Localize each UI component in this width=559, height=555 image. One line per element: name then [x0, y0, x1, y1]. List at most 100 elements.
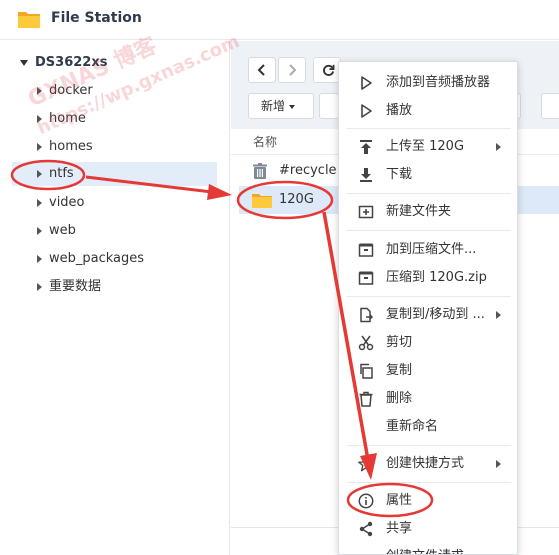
refresh-button[interactable] — [313, 57, 341, 83]
file-station-icon — [18, 12, 40, 28]
play-icon — [361, 104, 372, 118]
tree-root-label: DS3622xs — [35, 55, 108, 70]
sidebar-item-label: video — [49, 195, 85, 210]
sidebar-item-label: web — [49, 223, 76, 238]
menu-item-download[interactable]: 下载 — [339, 161, 517, 189]
sidebar-item-important-data[interactable]: 重要数据 — [12, 275, 217, 299]
context-menu: 添加到音频播放器 播放 上传至 120G 下载 新建文件夹 加到压缩文件... … — [338, 61, 518, 555]
menu-separator — [347, 445, 511, 446]
sidebar-item-label: 重要数据 — [49, 279, 102, 294]
sidebar-item-video[interactable]: video — [12, 191, 217, 215]
chevron-right-icon — [37, 115, 42, 123]
chevron-right-icon — [37, 87, 42, 95]
sidebar-item-label: ntfs — [49, 166, 74, 181]
sidebar-item-homes[interactable]: homes — [12, 135, 217, 159]
share-icon — [359, 521, 373, 537]
upload-icon — [360, 140, 372, 154]
menu-item-label: 上传至 120G — [386, 139, 465, 154]
menu-separator — [347, 296, 511, 297]
trash-icon — [253, 163, 267, 179]
archive-icon — [358, 271, 374, 285]
menu-item-label: 重新命名 — [386, 419, 439, 434]
tools-button[interactable] — [541, 93, 559, 119]
file-name: #recycle — [279, 163, 337, 178]
sidebar-item-label: web_packages — [49, 251, 145, 266]
copy-move-icon — [360, 307, 374, 323]
menu-item-share[interactable]: 共享 — [339, 515, 517, 543]
menu-separator — [347, 482, 511, 483]
upload-button[interactable] — [319, 93, 339, 119]
new-button[interactable]: 新增 — [248, 93, 314, 119]
menu-item-copy-move-to[interactable]: 复制到/移动到 ... — [339, 301, 517, 329]
menu-separator — [347, 230, 511, 231]
chevron-right-icon — [37, 255, 42, 263]
sidebar-item-label: homes — [49, 139, 93, 154]
sidebar-item-docker[interactable]: docker — [12, 79, 217, 103]
menu-item-label: 创建文件请求 — [386, 543, 464, 554]
menu-item-properties[interactable]: 属性 — [339, 487, 517, 515]
menu-item-rename[interactable]: 重新命名 — [339, 413, 517, 441]
column-name-label: 名称 — [253, 135, 278, 149]
chevron-right-icon — [37, 143, 42, 151]
menu-item-delete[interactable]: 删除 — [339, 385, 517, 413]
refresh-icon — [323, 64, 335, 76]
sidebar-item-label: home — [49, 111, 86, 126]
chevron-left-icon — [257, 64, 265, 76]
copy-icon — [360, 363, 373, 379]
play-icon — [361, 76, 372, 90]
menu-item-label: 剪切 — [386, 335, 413, 350]
sidebar-item-home[interactable]: home — [12, 107, 217, 131]
chevron-down-icon — [289, 104, 296, 109]
menu-item-cut[interactable]: 剪切 — [339, 329, 517, 357]
menu-item-add-to-archive[interactable]: 加到压缩文件... — [339, 236, 517, 264]
title-bar: File Station — [0, 0, 559, 40]
menu-item-new-folder[interactable]: 新建文件夹 — [339, 198, 517, 226]
trash-icon — [359, 391, 373, 407]
back-button[interactable] — [248, 57, 276, 83]
chevron-right-icon — [289, 64, 297, 76]
scissors-icon — [358, 335, 374, 351]
chevron-right-icon — [37, 170, 42, 178]
sidebar: DS3622xs docker home homes ntfs video we… — [0, 41, 230, 555]
menu-item-label: 播放 — [386, 103, 413, 118]
menu-item-compress-zip[interactable]: 压缩到 120G.zip — [339, 264, 517, 292]
menu-item-label: 属性 — [386, 493, 413, 508]
new-button-label: 新增 — [261, 99, 286, 113]
menu-item-label: 共享 — [386, 521, 413, 536]
sidebar-item-ntfs[interactable]: ntfs — [12, 162, 217, 186]
sidebar-item-label: docker — [49, 83, 93, 98]
sidebar-item-web-packages[interactable]: web_packages — [12, 247, 217, 271]
folder-icon — [252, 194, 272, 208]
menu-item-create-shortcut[interactable]: 创建快捷方式 — [339, 450, 517, 478]
menu-item-upload-to[interactable]: 上传至 120G — [339, 133, 517, 161]
menu-item-label: 新建文件夹 — [386, 204, 452, 219]
menu-item-label: 创建快捷方式 — [386, 456, 465, 471]
chevron-right-icon — [37, 227, 42, 235]
archive-icon — [358, 243, 374, 257]
menu-item-create-file-request[interactable]: 创建文件请求 — [339, 543, 517, 554]
menu-separator — [347, 193, 511, 194]
download-icon — [360, 168, 372, 182]
menu-item-label: 复制到/移动到 ... — [386, 307, 485, 322]
menu-item-label: 压缩到 120G.zip — [386, 270, 487, 285]
file-name: 120G — [279, 192, 314, 207]
star-icon — [358, 456, 374, 472]
menu-item-add-to-audio-player[interactable]: 添加到音频播放器 — [339, 69, 517, 97]
submenu-arrow-icon — [496, 460, 501, 468]
chevron-right-icon — [37, 283, 42, 291]
sidebar-item-web[interactable]: web — [12, 219, 217, 243]
info-icon — [358, 493, 374, 509]
menu-item-copy[interactable]: 复制 — [339, 357, 517, 385]
submenu-arrow-icon — [496, 143, 501, 151]
menu-item-label: 复制 — [386, 363, 413, 378]
forward-button[interactable] — [278, 57, 306, 83]
app-title: File Station — [51, 10, 142, 26]
tree-root[interactable]: DS3622xs — [20, 55, 107, 70]
menu-item-play[interactable]: 播放 — [339, 97, 517, 125]
menu-item-label: 加到压缩文件... — [386, 242, 477, 257]
menu-item-label: 下载 — [386, 167, 413, 182]
menu-item-label: 添加到音频播放器 — [386, 75, 491, 90]
menu-separator — [347, 128, 511, 129]
chevron-down-icon — [20, 59, 28, 66]
chevron-right-icon — [37, 199, 42, 207]
